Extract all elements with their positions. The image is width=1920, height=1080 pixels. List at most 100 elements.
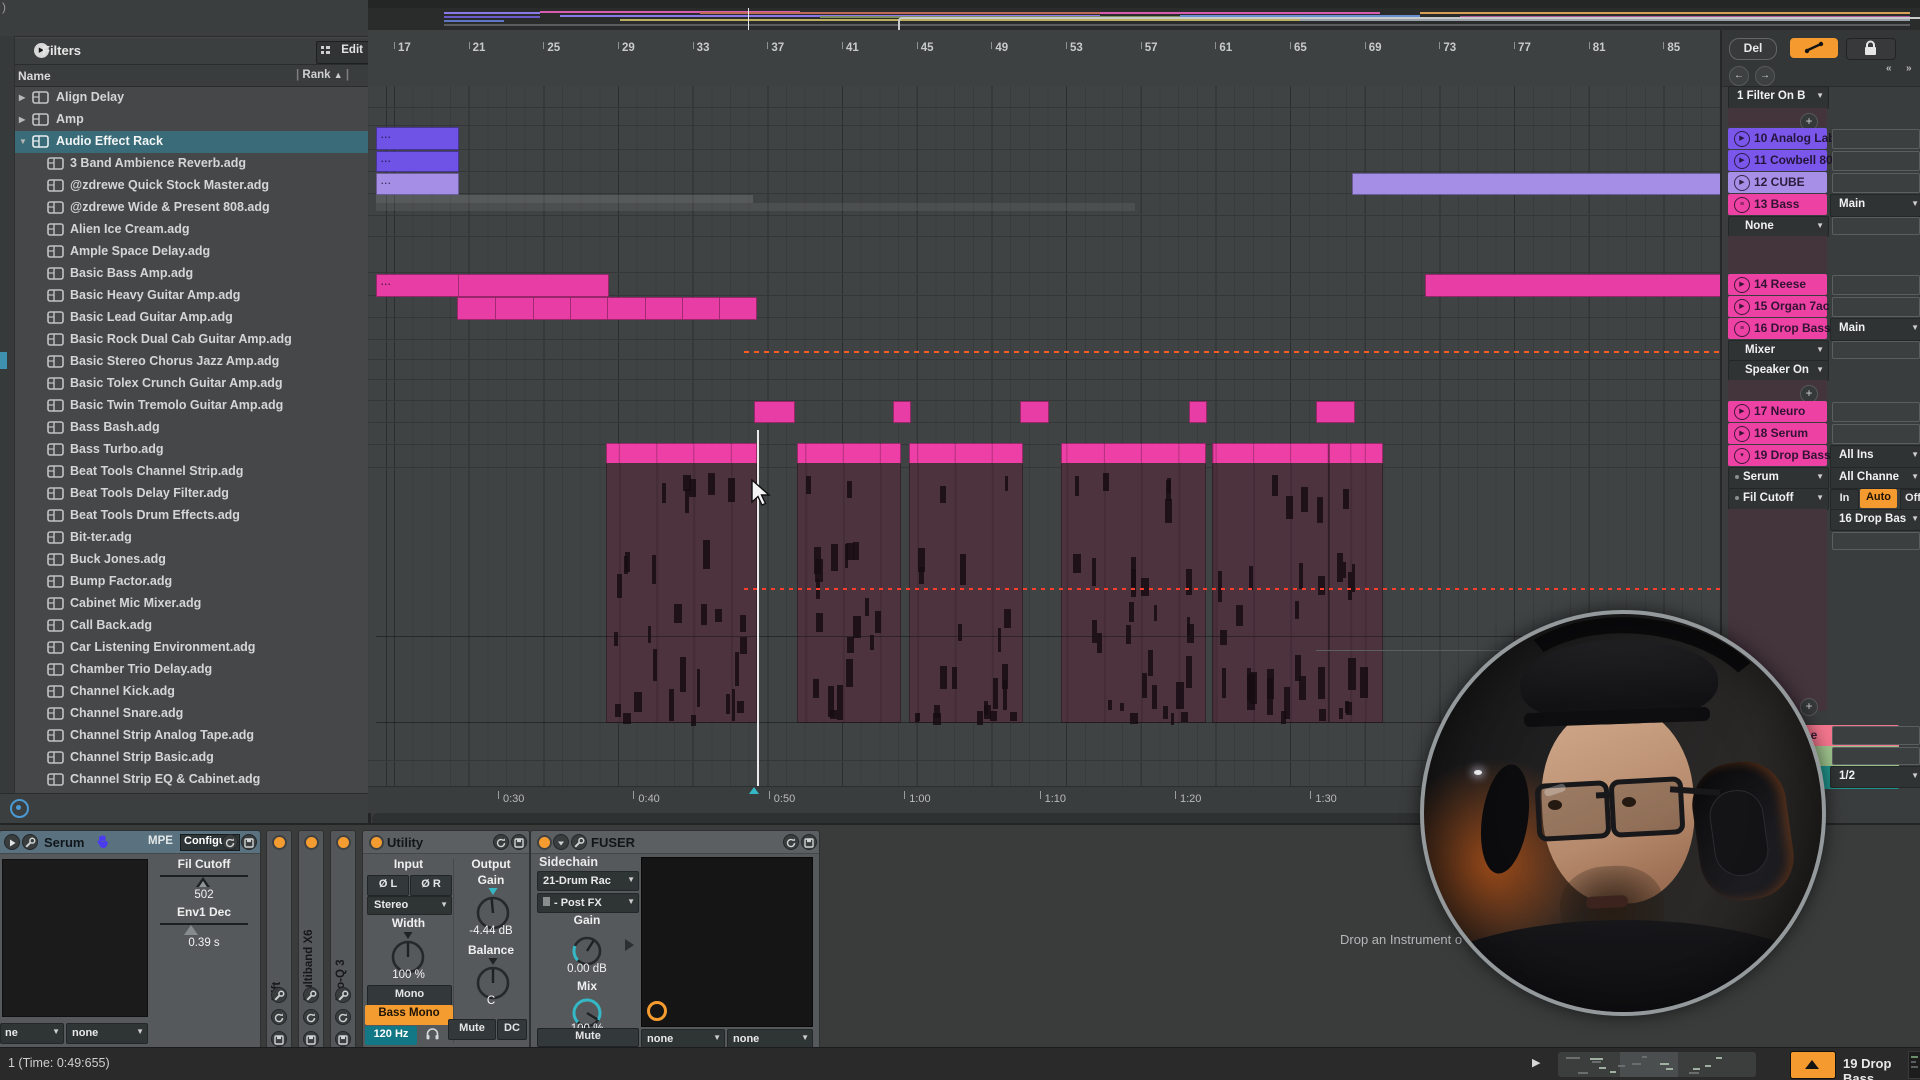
io-empty-box[interactable] bbox=[1832, 341, 1920, 359]
io-dropdown[interactable]: Main▼ bbox=[1830, 194, 1920, 217]
beat-time-ruler[interactable]: 172125293337414549535761656973778185 Bui… bbox=[368, 30, 1720, 87]
add-automation-button[interactable]: + bbox=[1800, 698, 1818, 716]
serum-device-header[interactable]: SerumMPEConfigure bbox=[0, 831, 260, 854]
group-unfold-icon[interactable]: ≡ bbox=[1734, 197, 1750, 213]
device-on-toggle[interactable] bbox=[304, 835, 319, 850]
io-empty-box[interactable] bbox=[1832, 297, 1920, 317]
hot-swap-icon[interactable] bbox=[335, 1009, 351, 1025]
io-dropdown[interactable]: All Ins▼ bbox=[1830, 445, 1920, 468]
arrangement-overview[interactable] bbox=[368, 8, 1920, 31]
bass-mono-button[interactable]: Bass Mono bbox=[365, 1005, 453, 1025]
bass-mono-freq[interactable]: 120 Hz bbox=[365, 1026, 417, 1045]
group-track-header[interactable]: 1 Filter On B▼ bbox=[1728, 86, 1829, 109]
macro2-thumb[interactable] bbox=[184, 925, 198, 935]
browser-item[interactable]: Bit-ter.adg bbox=[14, 527, 368, 549]
io-empty-box[interactable] bbox=[1832, 424, 1920, 444]
chooser-dropdown[interactable]: Speaker On▼ bbox=[1728, 360, 1829, 381]
io-dropdown[interactable]: All Channe▼ bbox=[1830, 467, 1920, 489]
io-empty-box[interactable] bbox=[1832, 173, 1920, 193]
midi-clip-header[interactable] bbox=[1061, 443, 1206, 465]
browser-folder[interactable]: ▶Amp bbox=[14, 109, 368, 131]
hot-swap-icon[interactable] bbox=[783, 834, 799, 850]
browser-item[interactable]: Bass Turbo.adg bbox=[14, 439, 368, 461]
io-empty-box[interactable] bbox=[1832, 402, 1920, 422]
phase-left-button[interactable]: Ø L bbox=[367, 875, 409, 896]
save-preset-icon[interactable] bbox=[511, 834, 527, 850]
clip[interactable] bbox=[1316, 401, 1355, 423]
corner-device-icon[interactable] bbox=[1908, 1051, 1920, 1079]
monitor-off-button[interactable]: Off bbox=[1900, 489, 1920, 510]
monitor-auto-button[interactable]: Auto bbox=[1860, 489, 1897, 508]
forward-arrow-button[interactable]: → bbox=[1755, 66, 1775, 86]
plugin-edit-icon[interactable] bbox=[303, 987, 319, 1003]
browser-folder[interactable]: ▼Audio Effect Rack bbox=[14, 131, 368, 153]
phase-right-button[interactable]: Ø R bbox=[410, 875, 452, 896]
play-icon[interactable]: ▶ bbox=[1734, 153, 1750, 169]
prev-chevron-icon[interactable]: « bbox=[1886, 63, 1892, 74]
collapsed-device[interactable]: Rift bbox=[266, 830, 292, 1049]
browser-item[interactable]: Channel Strip Analog Tape.adg bbox=[14, 725, 368, 747]
browser-item[interactable]: Cabinet Mic Mixer.adg bbox=[14, 593, 368, 615]
track-header[interactable]: ▶15 Organ 7ac bbox=[1728, 296, 1827, 317]
midi-clip-body[interactable] bbox=[1212, 463, 1329, 723]
fold-device-icon[interactable] bbox=[553, 834, 569, 850]
clip[interactable] bbox=[457, 297, 757, 320]
save-preset-icon[interactable] bbox=[335, 1031, 351, 1047]
save-preset-icon[interactable] bbox=[801, 834, 817, 850]
browser-item[interactable]: Ample Space Delay.adg bbox=[14, 241, 368, 263]
browser-item[interactable]: Channel Kick.adg bbox=[14, 681, 368, 703]
monitor-in-button[interactable]: In bbox=[1830, 489, 1859, 510]
track-header[interactable]: ≡13 Bass bbox=[1728, 194, 1827, 215]
sidechain-chooser[interactable]: none▼ bbox=[66, 1023, 148, 1044]
hot-swap-icon[interactable] bbox=[493, 834, 509, 850]
serum-device[interactable]: SerumMPEConfigure Fil Cutoff502Env1 Dec0… bbox=[0, 830, 261, 1049]
channel-mode-chooser[interactable]: Stereo▼ bbox=[367, 896, 452, 915]
browser-item[interactable]: Channel Snare.adg bbox=[14, 703, 368, 725]
fold-track-button[interactable] bbox=[1790, 1051, 1836, 1079]
midi-clip-header[interactable] bbox=[1329, 443, 1383, 465]
midi-clip-body[interactable] bbox=[606, 463, 757, 723]
clip[interactable] bbox=[754, 401, 795, 423]
browser-item[interactable]: Beat Tools Delay Filter.adg bbox=[14, 483, 368, 505]
browser-item[interactable]: Channel Strip EQ & Cabinet.adg bbox=[14, 769, 368, 791]
browser-item[interactable]: Basic Twin Tremolo Guitar Amp.adg bbox=[14, 395, 368, 417]
track-header[interactable]: ▶11 Cowbell 80 bbox=[1728, 150, 1827, 171]
clip[interactable] bbox=[1352, 173, 1720, 195]
clip[interactable] bbox=[1425, 274, 1720, 297]
midi-clip-body[interactable] bbox=[797, 463, 901, 723]
mono-button[interactable]: Mono bbox=[367, 985, 452, 1006]
fuser-device[interactable]: FUSER Sidechain21-Drum Rac▼- Post FX▼Gai… bbox=[530, 830, 820, 1049]
next-chevron-icon[interactable]: » bbox=[1906, 63, 1912, 74]
collapsed-device[interactable]: Multiband X6 bbox=[298, 830, 324, 1049]
play-icon[interactable]: ▶ bbox=[1734, 299, 1750, 315]
track-header[interactable]: ▶12 CUBE bbox=[1728, 172, 1827, 193]
browser-item[interactable]: Bass Bash.adg bbox=[14, 417, 368, 439]
rank-column-label[interactable]: | Rank ▲ | bbox=[296, 69, 349, 81]
back-arrow-button[interactable]: ← bbox=[1729, 66, 1749, 86]
expand-arrow-icon[interactable]: ▶ bbox=[19, 93, 25, 102]
save-preset-icon[interactable] bbox=[271, 1031, 287, 1047]
device-on-toggle[interactable] bbox=[336, 835, 351, 850]
track-header[interactable]: ▶17 Neuro bbox=[1728, 401, 1827, 422]
browser-item[interactable]: Basic Bass Amp.adg bbox=[14, 263, 368, 285]
headphones-icon[interactable] bbox=[425, 1027, 440, 1045]
fold-icon[interactable]: ▾ bbox=[1734, 448, 1750, 464]
device-play-icon[interactable] bbox=[4, 834, 20, 850]
draw-automation-button[interactable] bbox=[1790, 38, 1838, 58]
play-icon[interactable]: ▶ bbox=[1734, 277, 1750, 293]
io-empty-box[interactable] bbox=[1832, 151, 1920, 171]
play-icon[interactable]: ▶ bbox=[1734, 426, 1750, 442]
plugin-edit-icon[interactable] bbox=[571, 834, 587, 850]
hot-swap-icon[interactable] bbox=[222, 834, 238, 850]
midi-clip-header[interactable] bbox=[1212, 443, 1329, 465]
chooser-dropdown[interactable]: Mixer▼ bbox=[1728, 340, 1829, 361]
mute-button[interactable]: Mute bbox=[448, 1019, 496, 1040]
collapsed-device[interactable]: Pro-Q 3 bbox=[330, 830, 356, 1049]
track-header[interactable]: ▶18 Serum bbox=[1728, 423, 1827, 444]
browser-item[interactable]: Beat Tools Drum Effects.adg bbox=[14, 505, 368, 527]
fuser-device-header[interactable]: FUSER bbox=[531, 831, 819, 854]
save-preset-icon[interactable] bbox=[241, 834, 257, 850]
utility-device-header[interactable]: Utility bbox=[363, 831, 529, 854]
del-button[interactable]: Del bbox=[1729, 38, 1777, 60]
track-header[interactable]: ▶14 Reese bbox=[1728, 274, 1827, 295]
